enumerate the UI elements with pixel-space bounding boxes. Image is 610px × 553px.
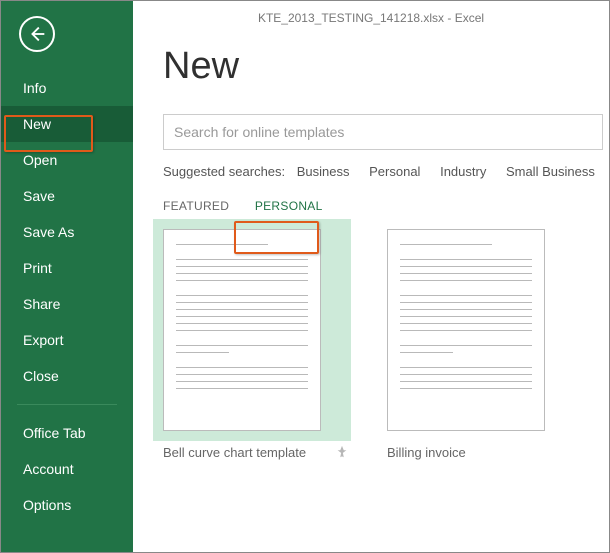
sidebar-divider	[17, 404, 117, 405]
tab-featured[interactable]: FEATURED	[163, 199, 229, 213]
search-input[interactable]	[174, 124, 592, 140]
sidebar-item-label: Export	[23, 332, 63, 348]
sidebar-item-print[interactable]: Print	[1, 250, 133, 286]
suggested-searches: Suggested searches: Business Personal In…	[163, 164, 609, 179]
tab-personal[interactable]: PERSONAL	[255, 199, 323, 213]
sidebar-item-label: Options	[23, 497, 71, 513]
sidebar-item-label: Print	[23, 260, 52, 276]
sidebar-item-account[interactable]: Account	[1, 451, 133, 487]
suggested-link-industry[interactable]: Industry	[440, 164, 486, 179]
suggested-link-business[interactable]: Business	[297, 164, 350, 179]
file-sidebar: Info New Open Save Save As Print Share E…	[1, 1, 133, 552]
sidebar-item-label: Office Tab	[23, 425, 86, 441]
suggested-label: Suggested searches:	[163, 164, 285, 179]
arrow-left-icon	[26, 23, 48, 45]
sidebar-item-export[interactable]: Export	[1, 322, 133, 358]
sidebar-item-label: Share	[23, 296, 60, 312]
sidebar-item-label: Close	[23, 368, 59, 384]
sidebar-item-share[interactable]: Share	[1, 286, 133, 322]
template-search[interactable]	[163, 114, 603, 150]
template-name: Billing invoice	[387, 445, 565, 460]
template-card-bell-curve[interactable]: Bell curve chart template	[163, 229, 341, 460]
sidebar-item-label: New	[23, 116, 51, 132]
sidebar-item-new[interactable]: New	[1, 106, 133, 142]
back-button[interactable]	[19, 16, 55, 52]
template-tabs: FEATURED PERSONAL	[163, 199, 609, 213]
template-card-billing-invoice[interactable]: Billing invoice	[387, 229, 565, 460]
page-title: New	[163, 45, 609, 88]
sidebar-item-info[interactable]: Info	[1, 70, 133, 106]
suggested-link-small-business[interactable]: Small Business	[506, 164, 595, 179]
sidebar-item-label: Open	[23, 152, 57, 168]
sidebar-item-label: Save As	[23, 224, 74, 240]
sidebar-item-label: Info	[23, 80, 46, 96]
template-thumbnail	[163, 229, 321, 431]
suggested-link-personal[interactable]: Personal	[369, 164, 420, 179]
sidebar-item-save[interactable]: Save	[1, 178, 133, 214]
main-panel: KTE_2013_TESTING_141218.xlsx - Excel New…	[133, 1, 609, 552]
template-thumbnail	[387, 229, 545, 431]
sidebar-item-open[interactable]: Open	[1, 142, 133, 178]
window-title: KTE_2013_TESTING_141218.xlsx - Excel	[133, 3, 609, 29]
sidebar-item-label: Save	[23, 188, 55, 204]
sidebar-item-label: Account	[23, 461, 74, 477]
template-name: Bell curve chart template	[163, 445, 341, 460]
sidebar-item-options[interactable]: Options	[1, 487, 133, 523]
template-grid: Bell curve chart template	[163, 229, 609, 460]
pin-icon[interactable]	[335, 445, 349, 459]
sidebar-item-close[interactable]: Close	[1, 358, 133, 394]
sidebar-footer-items: Office Tab Account Options	[1, 415, 133, 523]
sidebar-item-save-as[interactable]: Save As	[1, 214, 133, 250]
sidebar-item-office-tab[interactable]: Office Tab	[1, 415, 133, 451]
sidebar-items: Info New Open Save Save As Print Share E…	[1, 70, 133, 394]
